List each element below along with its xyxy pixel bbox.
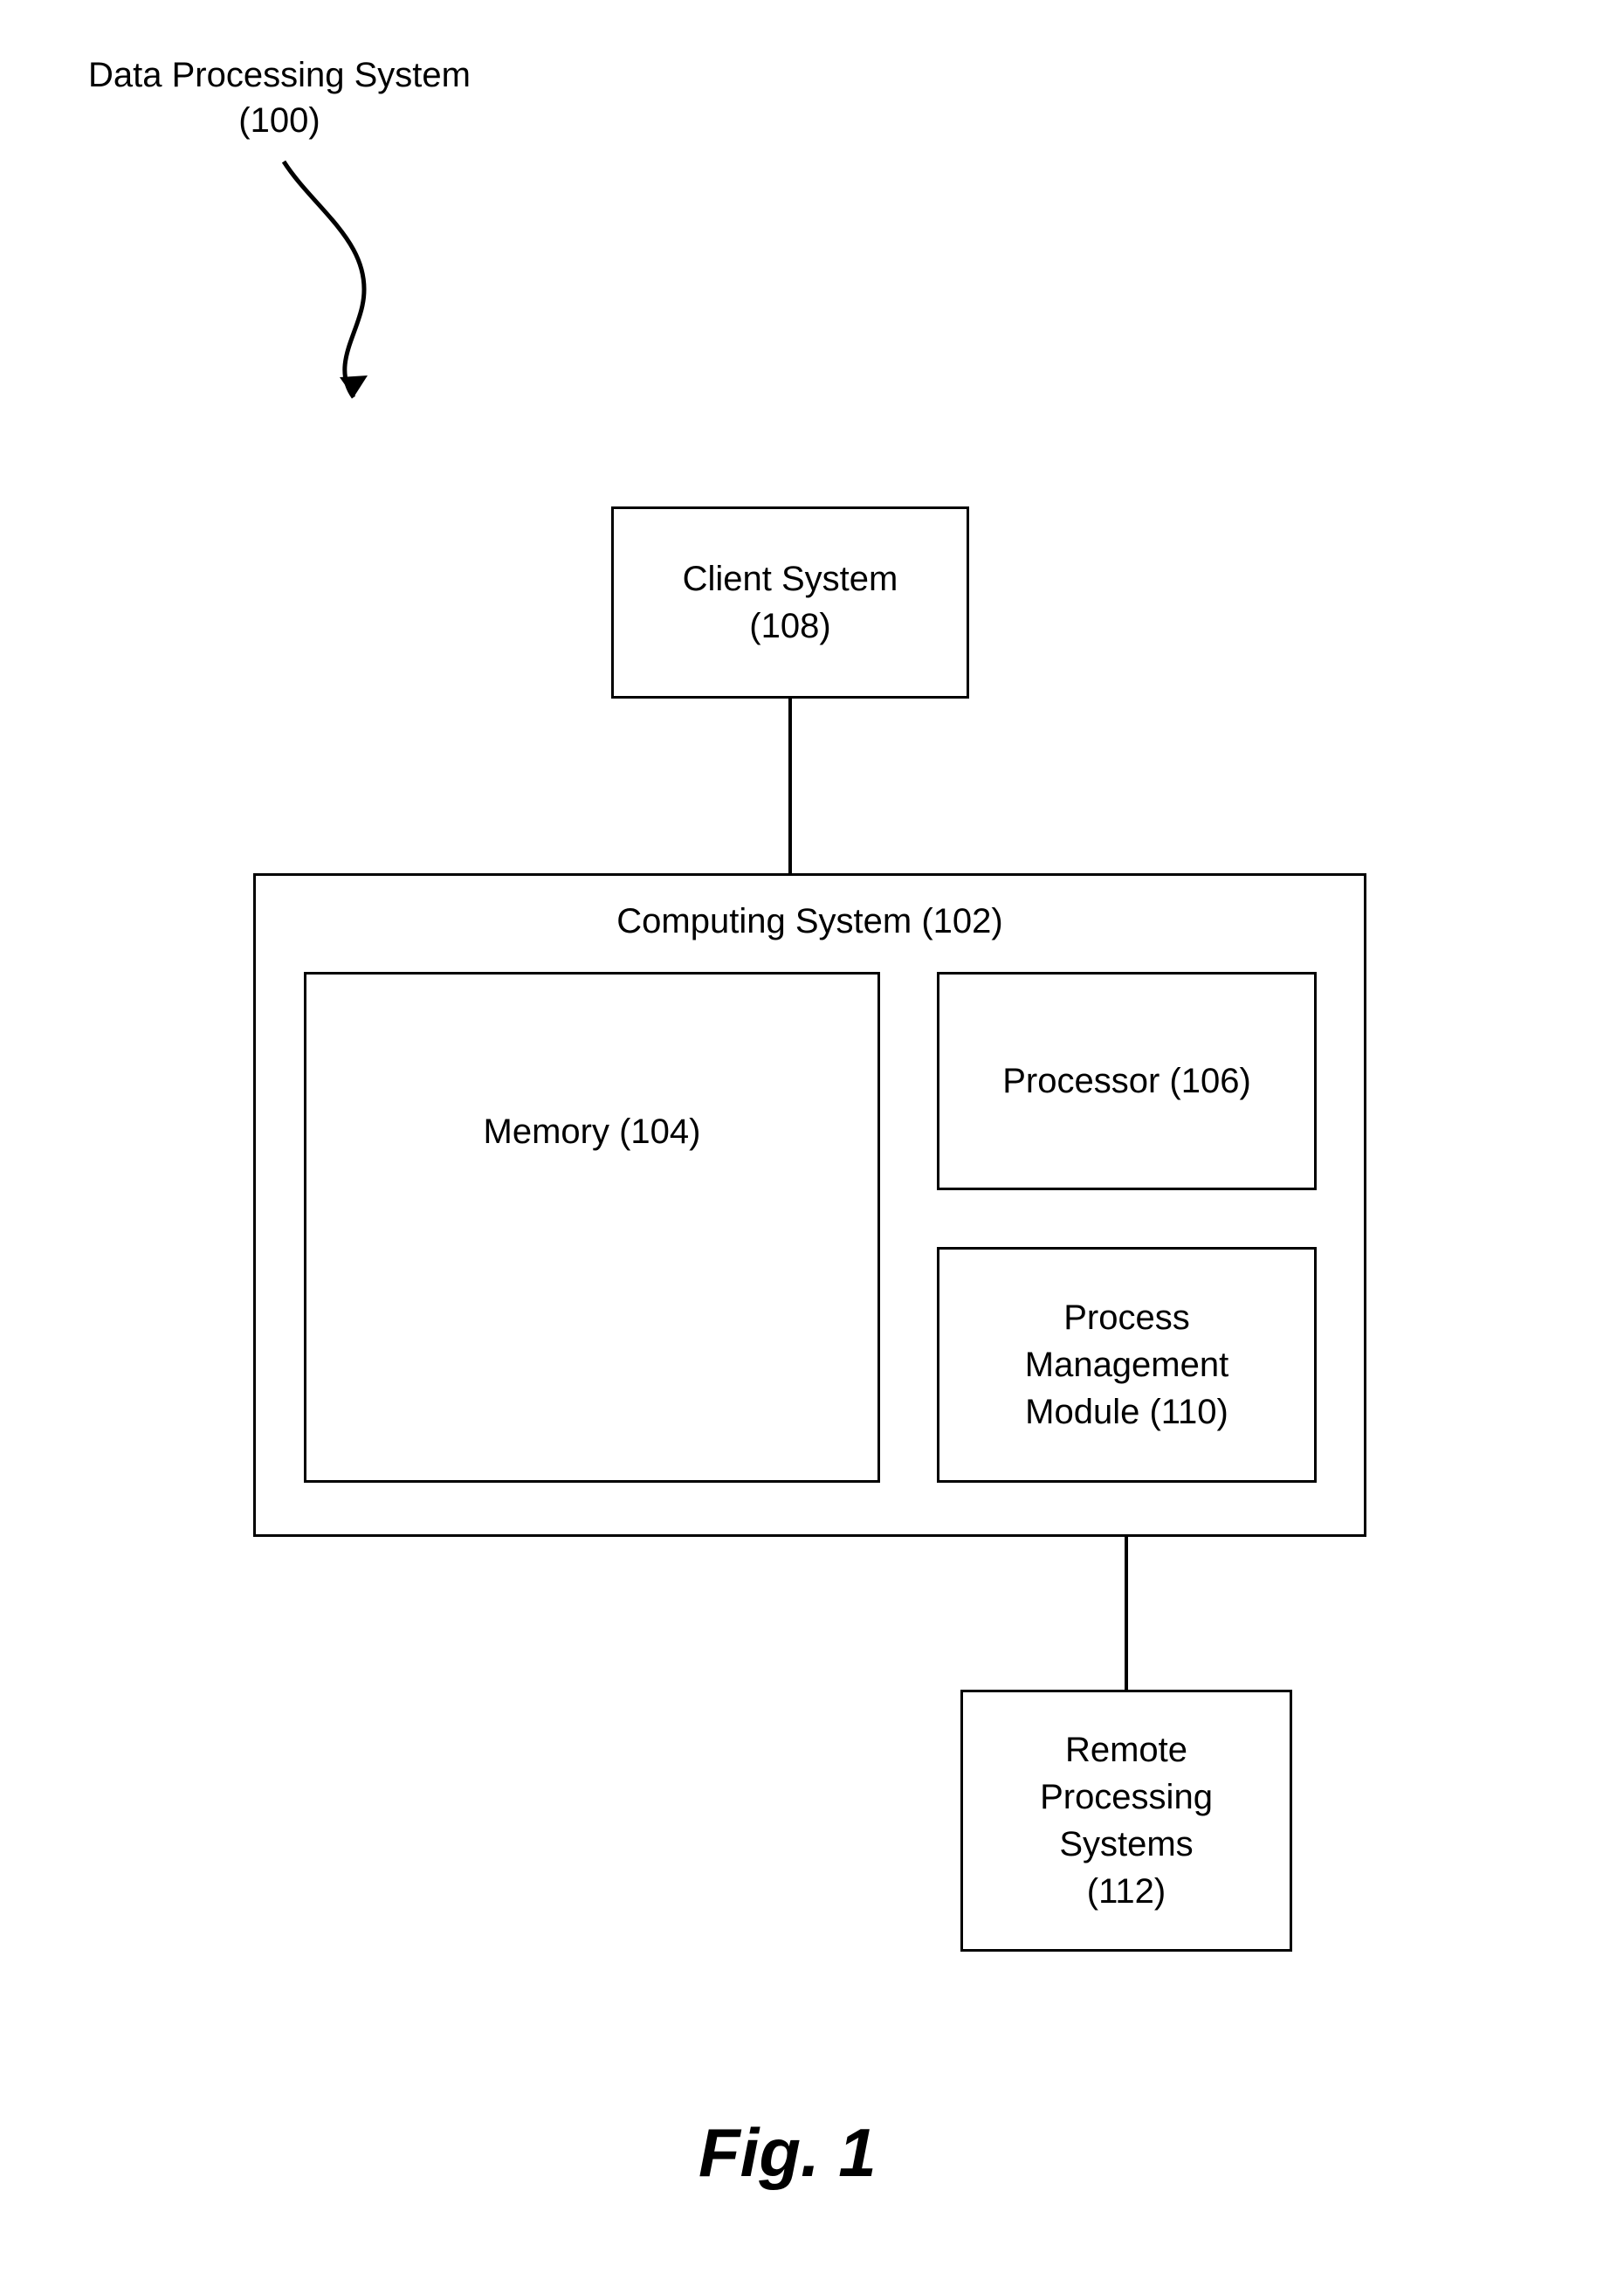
- process-management-line1: Process: [1063, 1294, 1190, 1341]
- computing-system-title: Computing System (102): [256, 902, 1364, 941]
- processor-label: Processor (106): [1002, 1057, 1251, 1105]
- client-system-line1: Client System: [683, 555, 898, 603]
- processor-box: Processor (106): [937, 972, 1317, 1190]
- figure-caption: Fig. 1: [698, 2113, 877, 2193]
- remote-processing-line2: Processing: [1040, 1774, 1213, 1821]
- remote-processing-line4: (112): [1087, 1868, 1166, 1915]
- memory-label: Memory (104): [484, 1108, 701, 1155]
- system-title-label: Data Processing System (100): [52, 52, 506, 143]
- remote-processing-line1: Remote: [1065, 1726, 1187, 1774]
- remote-processing-box: Remote Processing Systems (112): [960, 1690, 1292, 1952]
- system-title-line2: (100): [238, 101, 320, 140]
- process-management-line3: Module (110): [1025, 1388, 1228, 1436]
- client-system-line2: (108): [749, 603, 830, 650]
- client-system-box: Client System (108): [611, 506, 969, 699]
- computing-system-box: Computing System (102) Memory (104) Proc…: [253, 873, 1366, 1537]
- process-management-line2: Management: [1025, 1341, 1228, 1388]
- remote-processing-line3: Systems: [1059, 1821, 1193, 1868]
- memory-box: Memory (104): [304, 972, 880, 1483]
- system-title-line1: Data Processing System: [88, 56, 471, 94]
- process-management-box: Process Management Module (110): [937, 1247, 1317, 1483]
